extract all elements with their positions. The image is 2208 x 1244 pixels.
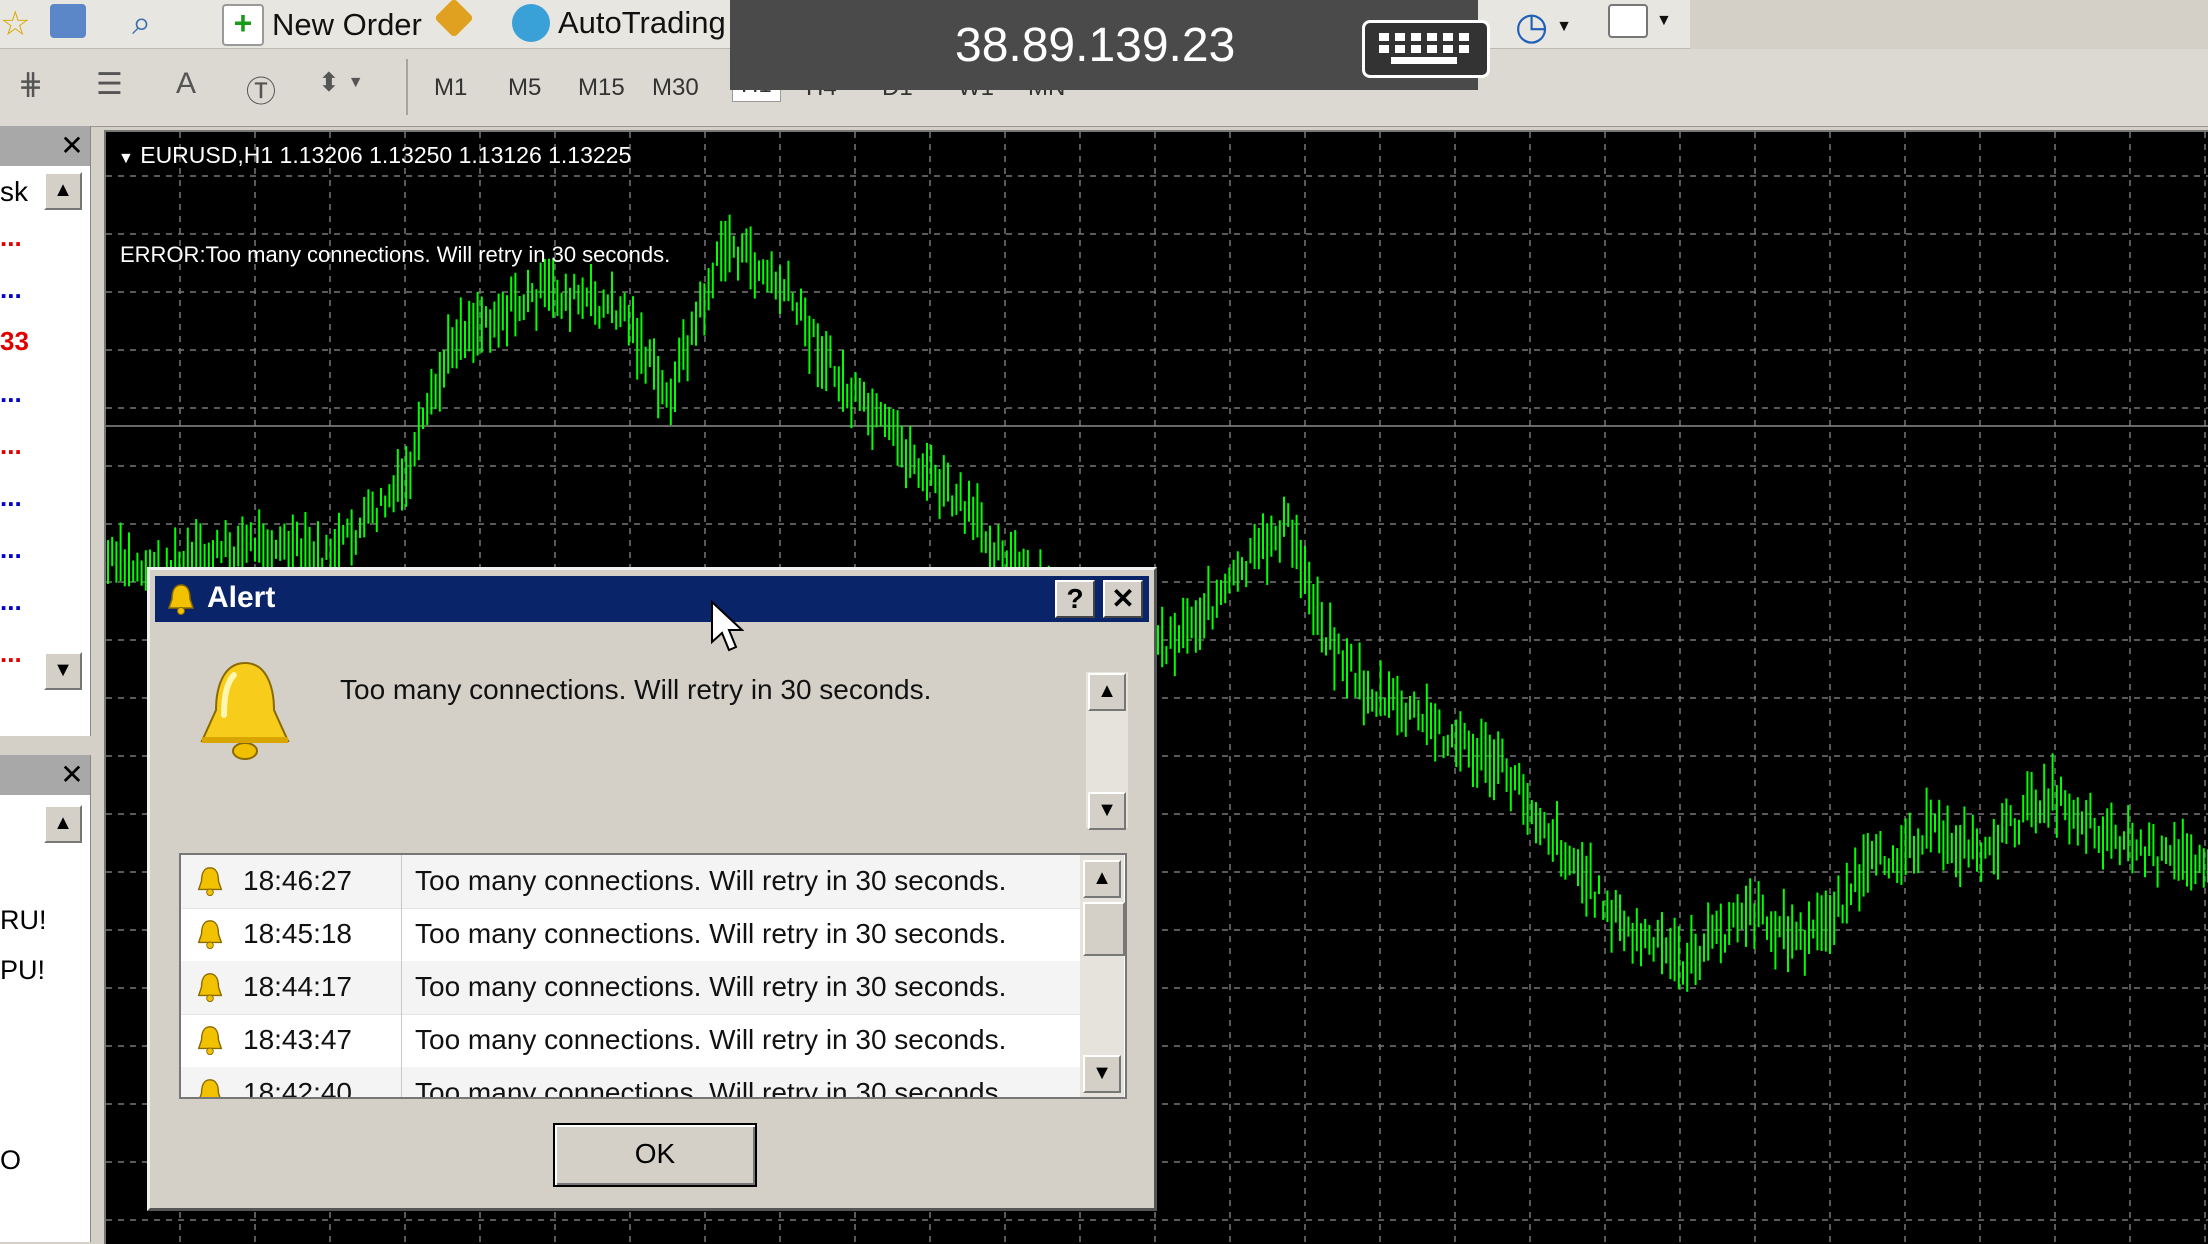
close-button[interactable]: ✕	[1103, 580, 1143, 618]
market-watch-cell[interactable]: ...	[0, 430, 22, 461]
navigator-item[interactable]: PU!	[0, 955, 45, 986]
alert-message: Too many connections. Will retry in 30 s…	[340, 674, 932, 705]
scroll-down-icon[interactable]: ▼	[44, 652, 82, 690]
history-scroll-up-icon[interactable]: ▲	[1083, 860, 1121, 898]
column-divider	[401, 1067, 402, 1097]
remote-ip-address: 38.89.139.23	[955, 19, 1236, 72]
chart-error-text: ERROR:Too many connections. Will retry i…	[120, 242, 671, 267]
new-order-plus-icon: +	[222, 4, 264, 46]
market-watch-cell[interactable]: ...	[0, 222, 22, 253]
history-message: Too many connections. Will retry in 30 s…	[415, 971, 1007, 1002]
text-label-icon[interactable]: Ⓣ	[246, 67, 276, 111]
history-row[interactable]: 18:46:27 Too many connections. Will retry…	[181, 855, 1081, 909]
history-row[interactable]: 18:44:17 Too many connections. Will retry…	[181, 961, 1081, 1015]
autotrading-button[interactable]: AutoTrading	[512, 4, 726, 42]
new-order-button[interactable]: + New Order	[222, 4, 422, 46]
arrows-icon[interactable]: ⬍ ▼	[318, 67, 364, 98]
mouse-cursor-icon	[710, 599, 745, 659]
autotrading-label: AutoTrading	[558, 5, 726, 40]
history-message: Too many connections. Will retry in 30 s…	[415, 1024, 1007, 1055]
history-bell-icon	[197, 920, 223, 950]
market-watch-cell[interactable]: ...	[0, 378, 22, 409]
history-row[interactable]: 18:42:40 Too many connections. Will retry…	[181, 1067, 1081, 1099]
market-watch-cell[interactable]: 33	[0, 326, 29, 357]
scroll-up-icon[interactable]: ▲	[44, 172, 82, 210]
column-divider	[401, 908, 402, 961]
navigator-scroll-up-icon[interactable]: ▲	[44, 805, 82, 843]
alert-title: Alert	[207, 581, 276, 614]
keyboard-icon[interactable]	[1362, 20, 1490, 78]
fibonacci-icon[interactable]: ☰	[96, 67, 123, 102]
alert-history-list[interactable]: 18:46:27 Too many connections. Will retry…	[179, 853, 1127, 1099]
chart-symbol-text: EURUSD,H1 1.13206 1.13250 1.13126 1.1322…	[140, 142, 632, 168]
zoom-search-icon[interactable]: ⌕	[132, 4, 151, 43]
history-time: 18:46:27	[243, 865, 352, 896]
timeframe-m30[interactable]: M30	[652, 74, 699, 102]
column-divider	[401, 855, 402, 908]
history-scroll-down-icon[interactable]: ▼	[1083, 1055, 1121, 1093]
metaeditor-icon[interactable]	[434, 0, 474, 38]
history-bell-icon	[197, 1026, 223, 1056]
clock-icon[interactable]: ◷ ▼	[1515, 4, 1572, 49]
message-scroll-up-icon[interactable]: ▲	[1088, 673, 1126, 711]
ok-button[interactable]: OK	[553, 1123, 757, 1187]
history-time: 18:42:40	[243, 1077, 352, 1099]
navigator-close-icon[interactable]: ✕	[52, 755, 92, 795]
history-scroll-thumb[interactable]	[1083, 902, 1125, 956]
market-watch-column-ask: sk	[0, 176, 28, 207]
column-divider	[401, 961, 402, 1014]
navigator-item[interactable]: O	[0, 1145, 21, 1176]
history-message: Too many connections. Will retry in 30 s…	[415, 1077, 1007, 1099]
history-time: 18:45:18	[243, 918, 352, 949]
market-watch-close-icon[interactable]: ✕	[52, 126, 92, 166]
timeframe-m1[interactable]: M1	[434, 74, 467, 102]
history-message: Too many connections. Will retry in 30 s…	[415, 918, 1007, 949]
message-scroll-down-icon[interactable]: ▼	[1088, 792, 1126, 830]
elliott-wave-icon[interactable]: ⋕	[18, 67, 43, 102]
navigator-item[interactable]: RU!	[0, 905, 47, 936]
history-bell-icon	[197, 973, 223, 1003]
market-watch-cell[interactable]: ...	[0, 274, 22, 305]
history-time: 18:43:47	[243, 1024, 352, 1055]
history-message: Too many connections. Will retry in 30 s…	[415, 865, 1007, 896]
text-tool-icon[interactable]: A	[176, 67, 196, 101]
alert-title-bell-icon	[166, 582, 196, 621]
help-button[interactable]: ?	[1055, 580, 1095, 618]
favorites-star-icon[interactable]: ☆	[0, 4, 30, 44]
alert-titlebar[interactable]	[155, 576, 1149, 622]
navigator-icon[interactable]	[50, 4, 86, 38]
templates-icon[interactable]: ▼	[1608, 4, 1672, 38]
history-bell-icon	[199, 1079, 221, 1097]
history-row[interactable]: 18:45:18 Too many connections. Will retry…	[181, 908, 1081, 962]
timeframe-m5[interactable]: M5	[508, 74, 541, 102]
toolbar-separator	[406, 59, 408, 115]
history-row[interactable]: 18:43:47 Too many connections. Will retry…	[181, 1014, 1081, 1068]
history-bell-icon	[197, 867, 223, 897]
market-watch-cell[interactable]: ...	[0, 482, 22, 513]
new-order-label: New Order	[272, 7, 422, 42]
market-watch-cell[interactable]: ...	[0, 534, 22, 565]
autotrading-icon	[512, 4, 550, 42]
chart-symbol-info: ▼ EURUSD,H1 1.13206 1.13250 1.13126 1.13…	[118, 142, 632, 168]
alert-bell-icon	[190, 655, 300, 770]
timeframe-m15[interactable]: M15	[578, 74, 625, 102]
history-time: 18:44:17	[243, 971, 352, 1002]
market-watch-cell[interactable]: ...	[0, 638, 22, 669]
market-watch-cell[interactable]: ...	[0, 586, 22, 617]
column-divider	[401, 1014, 402, 1067]
